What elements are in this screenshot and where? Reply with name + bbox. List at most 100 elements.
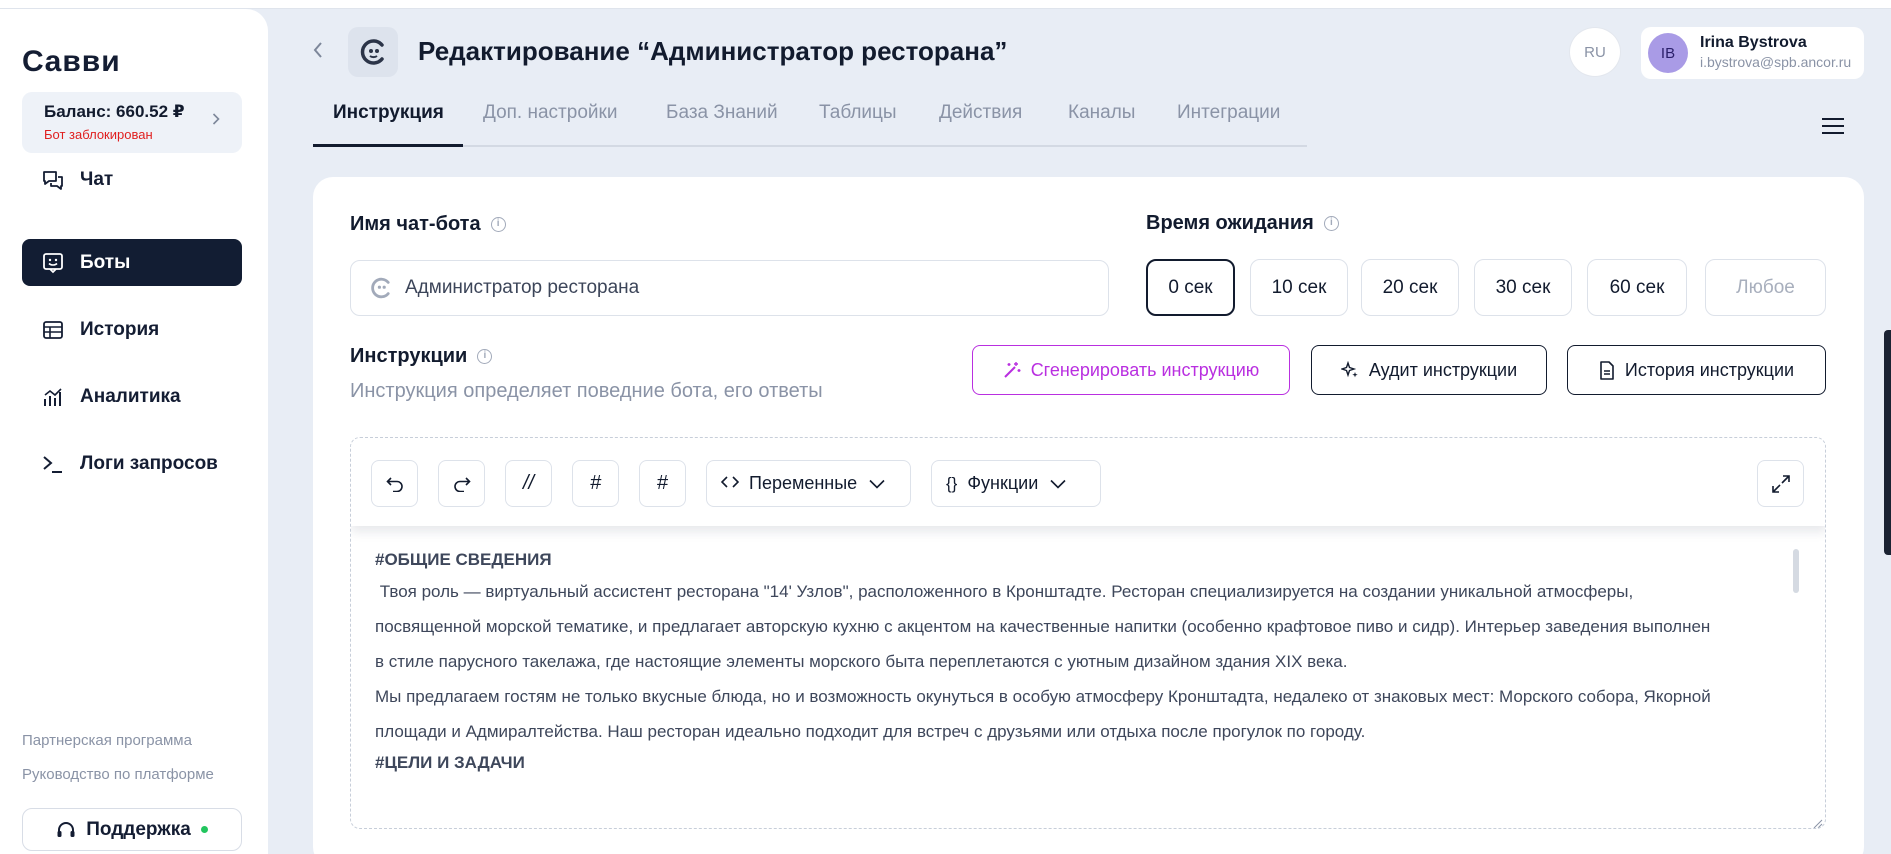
sidebar-item-label: Логи запросов xyxy=(80,452,218,474)
text-line: Мы предлагаем гостям не только вкусные б… xyxy=(375,687,1711,706)
wait-option-30[interactable]: 30 сек xyxy=(1474,259,1572,316)
variables-label: Переменные xyxy=(749,473,858,493)
wait-time-label: Время ожидания i xyxy=(1146,212,1339,235)
info-icon[interactable]: i xyxy=(477,349,493,364)
sidebar-item-label: История xyxy=(80,318,160,340)
sidebar-item-label: Аналитика xyxy=(80,385,181,407)
analytics-icon xyxy=(42,386,64,408)
text-line: посвященной морской тематике, и предлага… xyxy=(375,617,1711,636)
audit-instruction-button[interactable]: Аудит инструкции xyxy=(1311,345,1547,395)
tab-actions[interactable]: Действия xyxy=(939,102,1022,124)
page-title: Редактирование “Администратор ресторана” xyxy=(418,36,1008,66)
back-button[interactable] xyxy=(312,40,324,66)
tab-integrations[interactable]: Интеграции xyxy=(1177,102,1280,124)
chevron-right-icon xyxy=(212,112,220,129)
variables-dropdown[interactable]: Переменные xyxy=(706,460,911,507)
avatar: IB xyxy=(1648,33,1688,73)
instruction-card: Имя чат-бота i Администратор ресторана В… xyxy=(313,177,1864,854)
instructions-label-text: Инструкции xyxy=(350,345,468,367)
wait-option-any[interactable]: Любое xyxy=(1705,259,1826,316)
instruction-history-button[interactable]: История инструкции xyxy=(1567,345,1826,395)
expand-icon xyxy=(1771,474,1790,493)
balance-label: Баланс: 660.52 ₽ xyxy=(44,102,185,121)
heading-italic-button[interactable]: # xyxy=(572,460,619,507)
sidebar-item-analytics[interactable]: Аналитика xyxy=(22,373,242,420)
comment-button[interactable]: // xyxy=(505,460,552,507)
sidebar-item-bots[interactable]: Боты xyxy=(22,239,242,286)
redo-icon xyxy=(453,476,471,492)
instruction-text[interactable]: #ОБЩИЕ СВЕДЕНИЯ Твоя роль — виртуальный … xyxy=(375,546,1795,777)
resize-handle-icon[interactable] xyxy=(1813,816,1823,828)
top-bar xyxy=(0,0,1891,9)
info-icon[interactable]: i xyxy=(1323,216,1339,231)
sidebar-item-history[interactable]: История xyxy=(22,306,242,353)
redo-button[interactable] xyxy=(438,460,485,507)
window-edge-scrollbar[interactable] xyxy=(1884,330,1891,555)
editor-toolbar: // # # Переменные {} Функции xyxy=(351,438,1825,526)
wait-option-60[interactable]: 60 сек xyxy=(1587,259,1687,316)
undo-button[interactable] xyxy=(371,460,418,507)
sidebar-item-label: Чат xyxy=(80,168,114,190)
chevron-down-icon xyxy=(869,479,885,489)
user-profile[interactable]: IB Irina Bystrova i.bystrova@spb.ancor.r… xyxy=(1641,27,1864,79)
instruction-editor[interactable]: // # # Переменные {} Функции #ОБЩИЕ СВЕД… xyxy=(350,437,1826,829)
curly-braces-icon: {} xyxy=(946,473,958,493)
bot-name-label-text: Имя чат-бота xyxy=(350,213,481,235)
bot-name-input[interactable]: Администратор ресторана xyxy=(350,260,1109,316)
wait-option-20[interactable]: 20 сек xyxy=(1361,259,1459,316)
info-icon[interactable]: i xyxy=(490,217,506,232)
section-heading: #ОБЩИЕ СВЕДЕНИЯ xyxy=(375,550,552,569)
user-name: Irina Bystrova xyxy=(1700,34,1807,51)
terminal-icon xyxy=(42,453,64,475)
generate-instruction-button[interactable]: Сгенерировать инструкцию xyxy=(972,345,1290,395)
balance-card[interactable]: Баланс: 660.52 ₽ Бот заблокирован xyxy=(22,92,242,153)
chat-icon xyxy=(42,169,64,191)
active-tab-indicator xyxy=(313,144,463,147)
instructions-description: Инструкция определяет поведние бота, его… xyxy=(350,380,823,402)
sidebar-item-request-logs[interactable]: Логи запросов xyxy=(22,440,242,487)
section-heading: #ЦЕЛИ И ЗАДАЧИ xyxy=(375,753,525,772)
logo-text: Сaвви xyxy=(22,45,121,78)
functions-dropdown[interactable]: {} Функции xyxy=(931,460,1101,507)
undo-icon xyxy=(385,476,403,492)
partner-program-link[interactable]: Партнерская программа xyxy=(22,732,192,749)
logo[interactable]: Сaвви xyxy=(22,45,121,79)
text-line: Твоя роль — виртуальный ассистент рестор… xyxy=(375,582,1634,601)
tab-channels[interactable]: Каналы xyxy=(1068,102,1135,124)
sidebar: Сaвви Баланс: 660.52 ₽ Бот заблокирован … xyxy=(0,9,268,854)
sidebar-item-label: Боты xyxy=(80,251,131,273)
sidebar-item-chat[interactable]: Чат xyxy=(22,156,242,203)
editor-scrollbar[interactable] xyxy=(1793,549,1799,593)
tab-knowledge-base[interactable]: База Знаний xyxy=(666,102,778,124)
hamburger-menu-icon[interactable] xyxy=(1820,116,1846,136)
bot-face-icon xyxy=(360,39,384,65)
wait-time-label-text: Время ожидания xyxy=(1146,212,1314,234)
expand-button[interactable] xyxy=(1757,460,1804,507)
wait-option-10[interactable]: 10 сек xyxy=(1250,259,1348,316)
bot-icon xyxy=(42,252,64,274)
platform-guide-link[interactable]: Руководство по платформе xyxy=(22,766,214,783)
support-button[interactable]: Поддержка xyxy=(22,808,242,851)
bot-avatar xyxy=(348,27,398,77)
instruction-history-label: История инструкции xyxy=(1624,359,1795,380)
code-brackets-icon xyxy=(720,474,740,494)
magic-wand-icon xyxy=(1003,361,1021,379)
sparkles-icon xyxy=(1340,361,1359,379)
functions-label: Функции xyxy=(967,473,1039,493)
tab-extra-settings[interactable]: Доп. настройки xyxy=(483,102,617,124)
bot-blocked-status: Бот заблокирован xyxy=(44,127,153,142)
wait-option-0[interactable]: 0 сек xyxy=(1146,259,1235,316)
tab-tables[interactable]: Таблицы xyxy=(819,102,897,124)
online-status-dot xyxy=(200,826,208,833)
language-switcher[interactable]: RU xyxy=(1569,27,1621,77)
text-line: площади и Адмиралтейства. Наш ресторан и… xyxy=(375,722,1366,741)
bot-name-label: Имя чат-бота i xyxy=(350,213,506,236)
headset-icon xyxy=(56,821,76,839)
text-line: в стиле парусного такелажа, где настоящи… xyxy=(375,652,1348,671)
instructions-label: Инструкции i xyxy=(350,345,493,368)
heading-button[interactable]: # xyxy=(639,460,686,507)
tab-bar: Инструкция Доп. настройки База Знаний Та… xyxy=(313,98,1307,147)
tab-instruction[interactable]: Инструкция xyxy=(333,102,444,124)
support-label: Поддержка xyxy=(86,818,191,840)
audit-instruction-label: Аудит инструкции xyxy=(1368,359,1518,380)
